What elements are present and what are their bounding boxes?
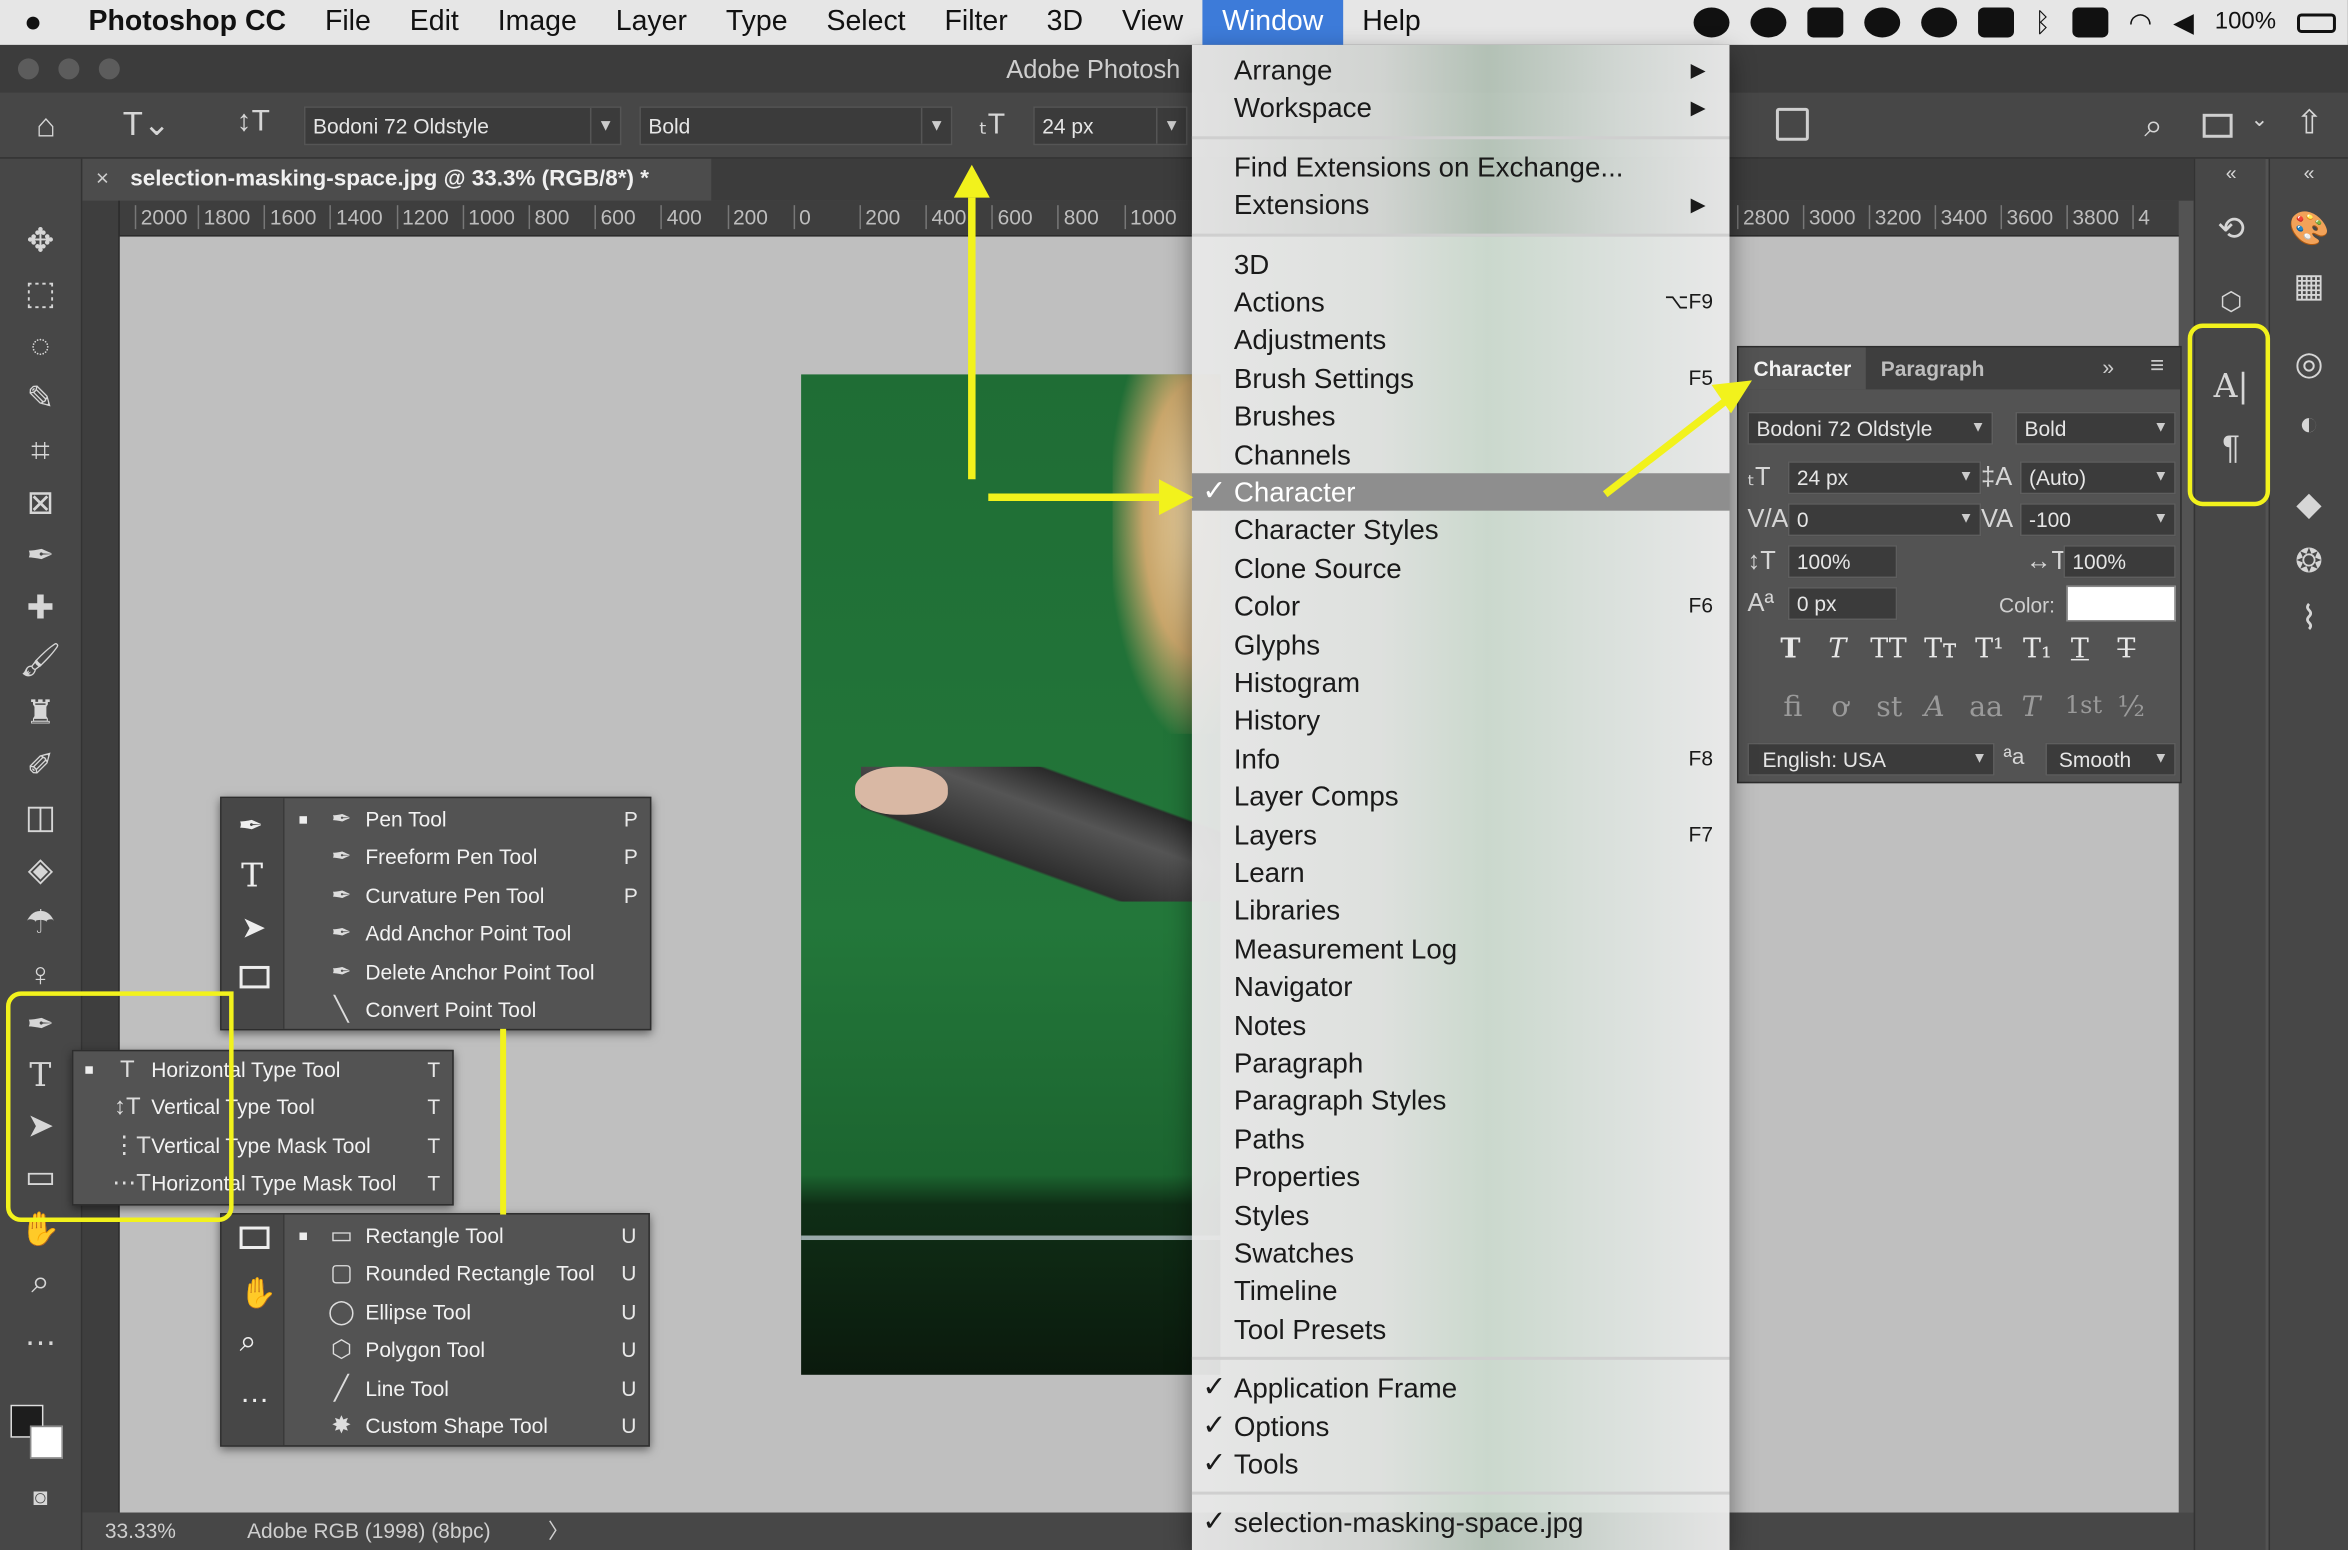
annotation-arrows (953, 164, 1752, 516)
